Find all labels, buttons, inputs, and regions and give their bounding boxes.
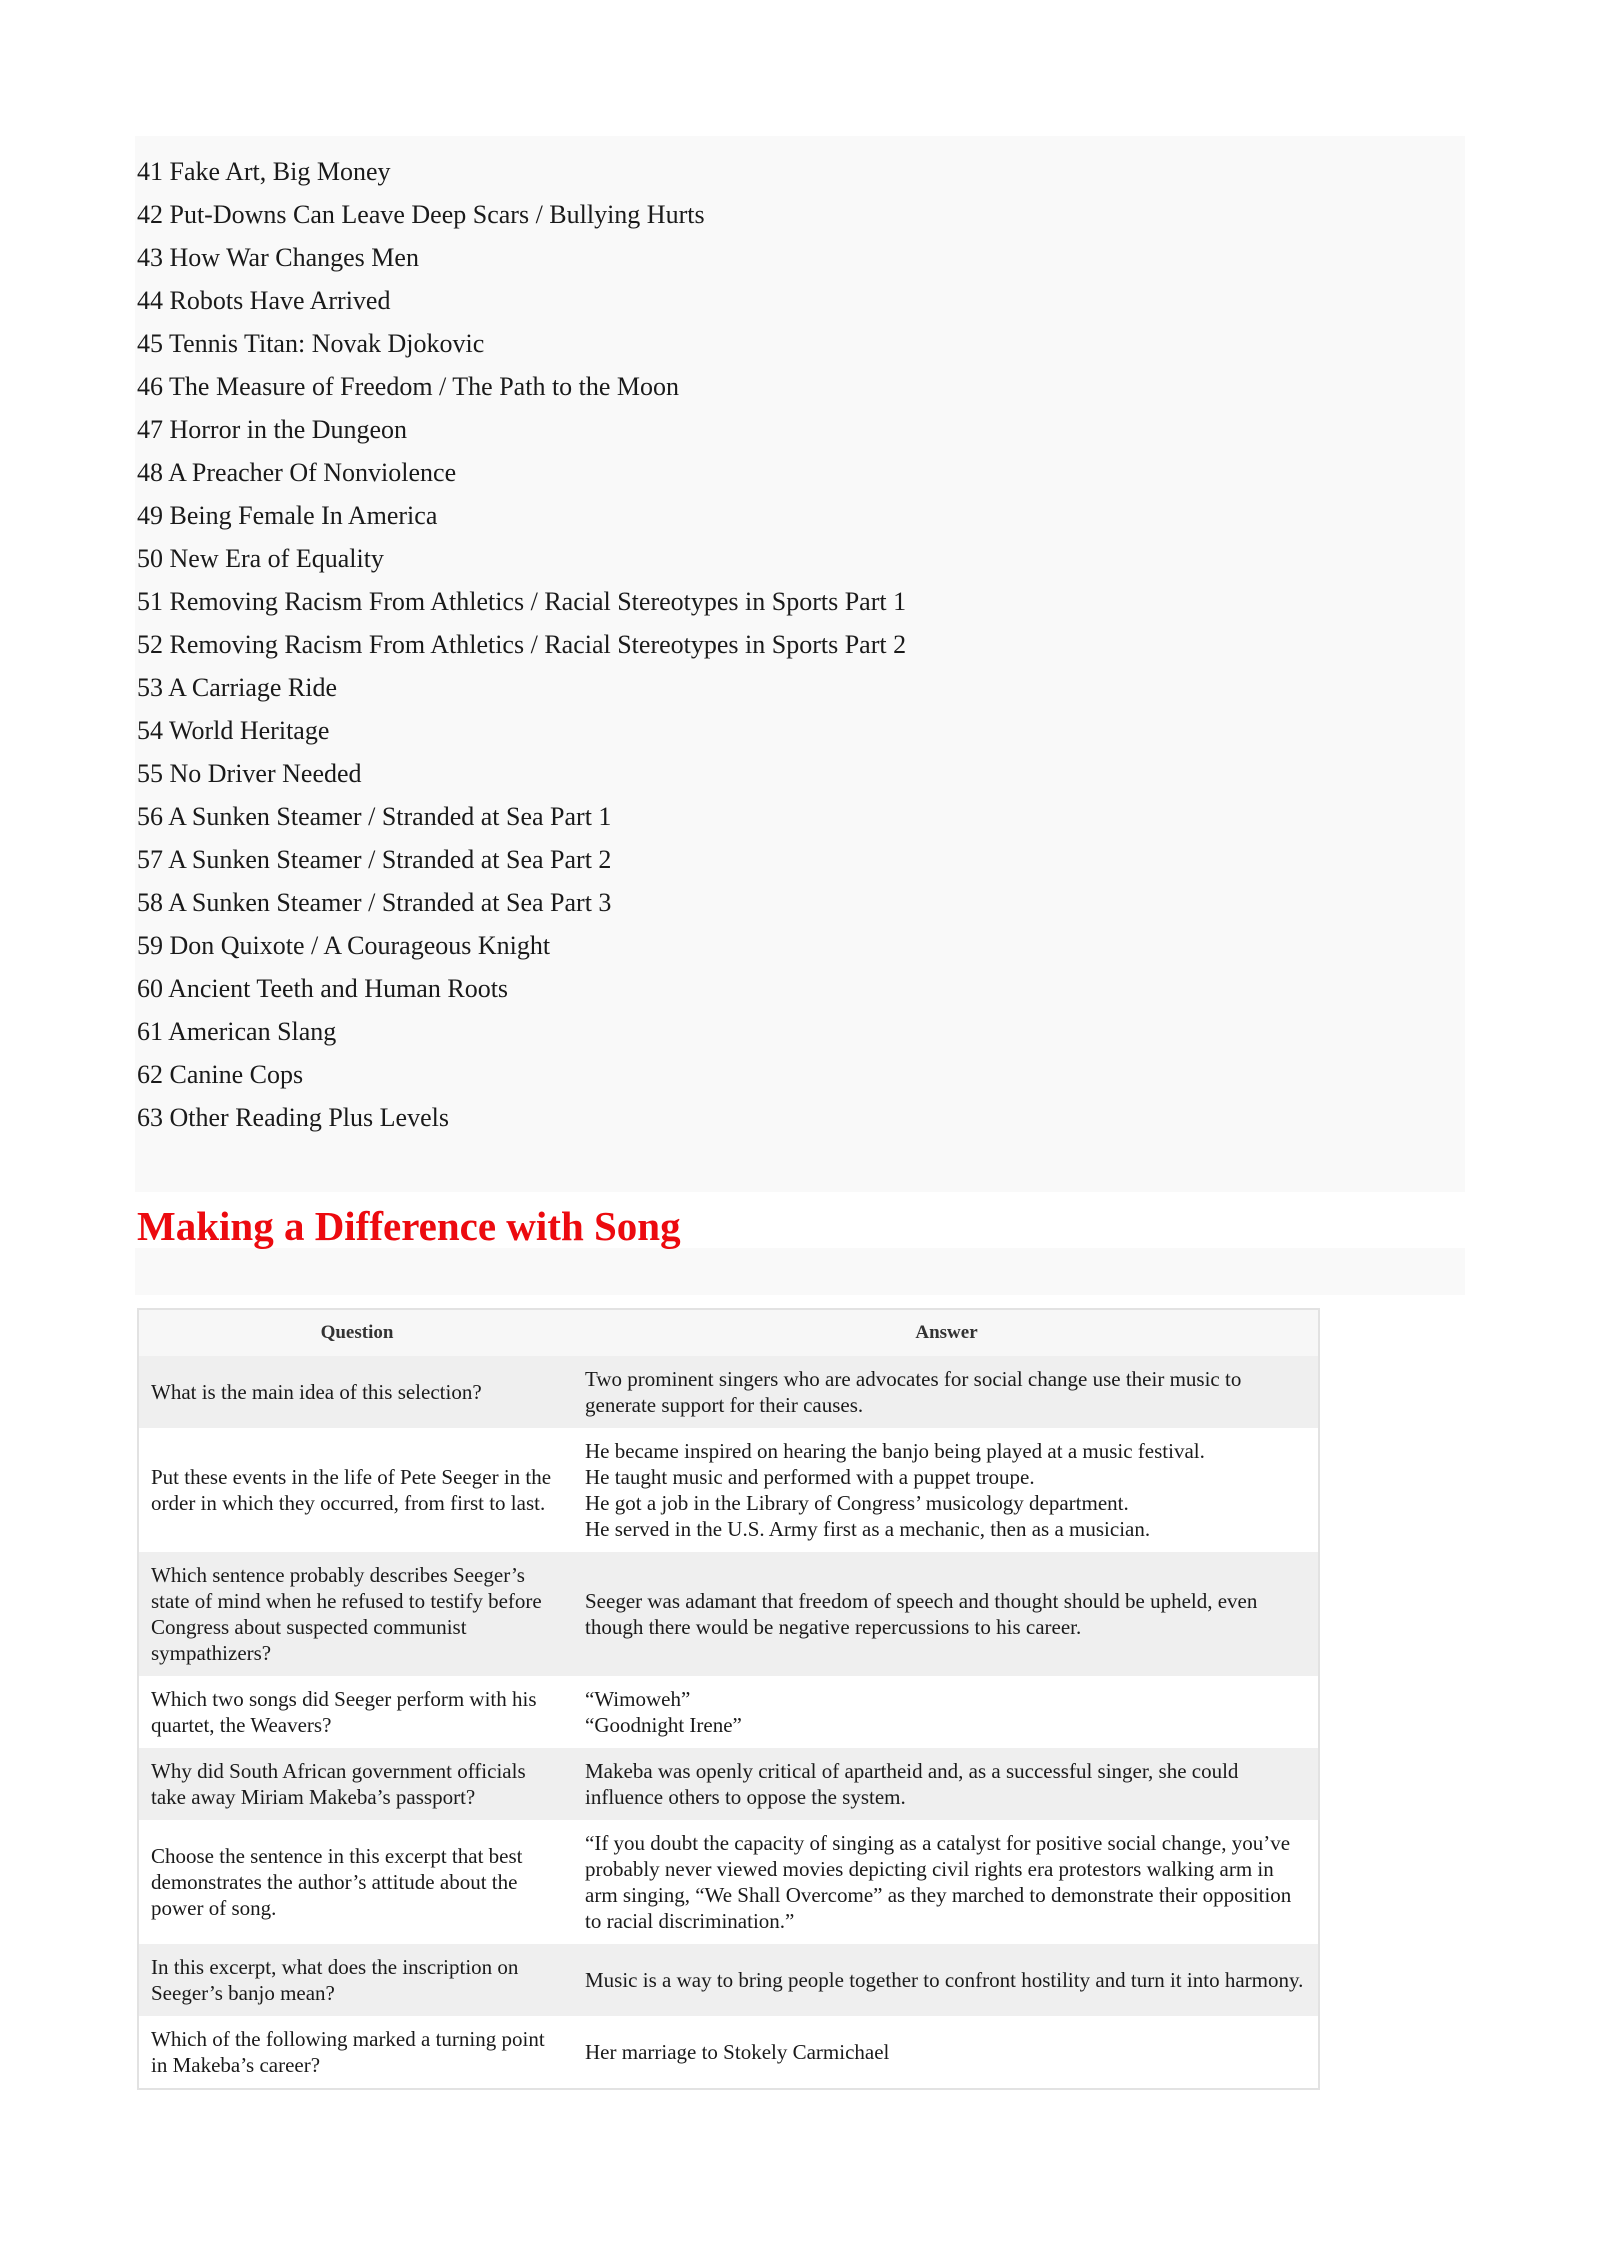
answer-cell: Music is a way to bring people together … bbox=[575, 1944, 1319, 2016]
qa-table: Question Answer What is the main idea of… bbox=[137, 1308, 1320, 2090]
list-item[interactable]: 47 Horror in the Dungeon bbox=[137, 408, 1465, 451]
list-item[interactable]: 42 Put-Downs Can Leave Deep Scars / Bull… bbox=[137, 193, 1465, 236]
answer-line: Her marriage to Stokely Carmichael bbox=[585, 2040, 890, 2064]
reading-list: 41 Fake Art, Big Money 42 Put-Downs Can … bbox=[135, 136, 1465, 1139]
question-cell: Put these events in the life of Pete See… bbox=[138, 1428, 575, 1552]
table-row: In this excerpt, what does the inscripti… bbox=[138, 1944, 1319, 2016]
table-row: Which two songs did Seeger perform with … bbox=[138, 1676, 1319, 1748]
list-item[interactable]: 60 Ancient Teeth and Human Roots bbox=[137, 967, 1465, 1010]
table-row: Why did South African government officia… bbox=[138, 1748, 1319, 1820]
list-item[interactable]: 48 A Preacher Of Nonviolence bbox=[137, 451, 1465, 494]
table-row: Which sentence probably describes Seeger… bbox=[138, 1552, 1319, 1676]
list-item[interactable]: 63 Other Reading Plus Levels bbox=[137, 1096, 1465, 1139]
list-item[interactable]: 58 A Sunken Steamer / Stranded at Sea Pa… bbox=[137, 881, 1465, 924]
answer-line: Two prominent singers who are advocates … bbox=[585, 1367, 1242, 1417]
answer-cell: Two prominent singers who are advocates … bbox=[575, 1356, 1319, 1428]
answer-line: “If you doubt the capacity of singing as… bbox=[585, 1831, 1292, 1933]
answer-line: He taught music and performed with a pup… bbox=[585, 1465, 1035, 1489]
list-item[interactable]: 50 New Era of Equality bbox=[137, 537, 1465, 580]
list-item[interactable]: 45 Tennis Titan: Novak Djokovic bbox=[137, 322, 1465, 365]
question-cell: What is the main idea of this selection? bbox=[138, 1356, 575, 1428]
list-item[interactable]: 53 A Carriage Ride bbox=[137, 666, 1465, 709]
table-body: What is the main idea of this selection?… bbox=[138, 1356, 1319, 2089]
table-row: Put these events in the life of Pete See… bbox=[138, 1428, 1319, 1552]
list-item[interactable]: 55 No Driver Needed bbox=[137, 752, 1465, 795]
list-item[interactable]: 56 A Sunken Steamer / Stranded at Sea Pa… bbox=[137, 795, 1465, 838]
question-cell: In this excerpt, what does the inscripti… bbox=[138, 1944, 575, 2016]
answer-cell: “If you doubt the capacity of singing as… bbox=[575, 1820, 1319, 1944]
list-item[interactable]: 57 A Sunken Steamer / Stranded at Sea Pa… bbox=[137, 838, 1465, 881]
question-cell: Which of the following marked a turning … bbox=[138, 2016, 575, 2089]
table-row: What is the main idea of this selection?… bbox=[138, 1356, 1319, 1428]
list-item[interactable]: 54 World Heritage bbox=[137, 709, 1465, 752]
list-item[interactable]: 41 Fake Art, Big Money bbox=[137, 150, 1465, 193]
answer-line: He became inspired on hearing the banjo … bbox=[585, 1439, 1205, 1463]
answer-cell: “Wimoweh” “Goodnight Irene” bbox=[575, 1676, 1319, 1748]
list-item[interactable]: 49 Being Female In America bbox=[137, 494, 1465, 537]
table-header-row: Question Answer bbox=[138, 1309, 1319, 1356]
list-item[interactable]: 62 Canine Cops bbox=[137, 1053, 1465, 1096]
answer-line: He got a job in the Library of Congress’… bbox=[585, 1491, 1129, 1515]
answer-line: “Goodnight Irene” bbox=[585, 1713, 742, 1737]
answer-cell: Her marriage to Stokely Carmichael bbox=[575, 2016, 1319, 2089]
table-row: Which of the following marked a turning … bbox=[138, 2016, 1319, 2089]
answer-cell: Makeba was openly critical of apartheid … bbox=[575, 1748, 1319, 1820]
list-item[interactable]: 44 Robots Have Arrived bbox=[137, 279, 1465, 322]
answer-line: “Wimoweh” bbox=[585, 1687, 691, 1711]
list-item[interactable]: 59 Don Quixote / A Courageous Knight bbox=[137, 924, 1465, 967]
column-header-answer: Answer bbox=[575, 1309, 1319, 1356]
answer-line: Makeba was openly critical of apartheid … bbox=[585, 1759, 1239, 1809]
list-item[interactable]: 52 Removing Racism From Athletics / Raci… bbox=[137, 623, 1465, 666]
answer-cell: Seeger was adamant that freedom of speec… bbox=[575, 1552, 1319, 1676]
list-item[interactable]: 46 The Measure of Freedom / The Path to … bbox=[137, 365, 1465, 408]
question-cell: Why did South African government officia… bbox=[138, 1748, 575, 1820]
answer-line: Seeger was adamant that freedom of speec… bbox=[585, 1589, 1258, 1639]
column-header-question: Question bbox=[138, 1309, 575, 1356]
reading-list-panel: 41 Fake Art, Big Money 42 Put-Downs Can … bbox=[135, 136, 1465, 1192]
question-cell: Which sentence probably describes Seeger… bbox=[138, 1552, 575, 1676]
list-item[interactable]: 61 American Slang bbox=[137, 1010, 1465, 1053]
answer-cell: He became inspired on hearing the banjo … bbox=[575, 1428, 1319, 1552]
list-item[interactable]: 51 Removing Racism From Athletics / Raci… bbox=[137, 580, 1465, 623]
answer-line: Music is a way to bring people together … bbox=[585, 1968, 1304, 1992]
table-row: Choose the sentence in this excerpt that… bbox=[138, 1820, 1319, 1944]
question-cell: Choose the sentence in this excerpt that… bbox=[138, 1820, 575, 1944]
question-cell: Which two songs did Seeger perform with … bbox=[138, 1676, 575, 1748]
section-title: Making a Difference with Song bbox=[137, 1203, 681, 1249]
list-item[interactable]: 43 How War Changes Men bbox=[137, 236, 1465, 279]
answer-line: He served in the U.S. Army first as a me… bbox=[585, 1517, 1151, 1541]
